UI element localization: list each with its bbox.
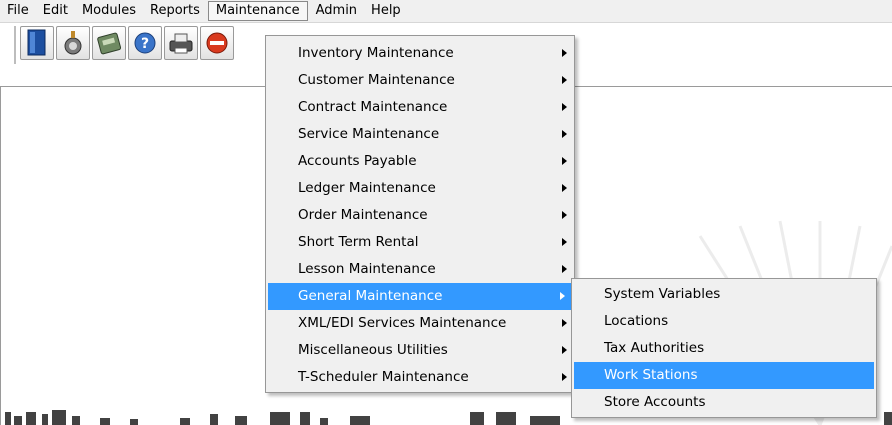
- menu-item-tax-authorities[interactable]: Tax Authorities: [572, 335, 876, 362]
- maintenance-menu: Inventory Maintenance Customer Maintenan…: [265, 35, 575, 393]
- menu-item-label: Miscellaneous Utilities: [298, 342, 448, 358]
- wizard-icon: [64, 31, 82, 55]
- wizard-button[interactable]: [56, 26, 90, 60]
- toolbar-button-group: ?: [14, 26, 236, 64]
- submenu-arrow-icon: [562, 319, 567, 327]
- submenu-arrow-icon: [562, 157, 567, 165]
- submenu-arrow-icon: [562, 346, 567, 354]
- menu-item-label: Accounts Payable: [298, 153, 417, 169]
- menu-item-label: Contract Maintenance: [298, 99, 448, 115]
- menu-item-label: Customer Maintenance: [298, 72, 455, 88]
- menu-item-miscellaneous-utilities[interactable]: Miscellaneous Utilities: [266, 337, 574, 364]
- menu-item-label: Tax Authorities: [604, 340, 705, 356]
- menu-item-contract-maintenance[interactable]: Contract Maintenance: [266, 94, 574, 121]
- new-document-button[interactable]: [20, 26, 54, 60]
- menu-item-label: XML/EDI Services Maintenance: [298, 315, 507, 331]
- menu-item-inventory-maintenance[interactable]: Inventory Maintenance: [266, 40, 574, 67]
- svg-text:?: ?: [141, 36, 149, 52]
- submenu-arrow-icon: [562, 76, 567, 84]
- menu-item-ledger-maintenance[interactable]: Ledger Maintenance: [266, 175, 574, 202]
- help-button[interactable]: ?: [128, 26, 162, 60]
- menu-item-order-maintenance[interactable]: Order Maintenance: [266, 202, 574, 229]
- menu-modules[interactable]: Modules: [75, 1, 143, 21]
- menu-item-accounts-payable[interactable]: Accounts Payable: [266, 148, 574, 175]
- submenu-arrow-icon: [562, 211, 567, 219]
- menu-edit[interactable]: Edit: [36, 1, 75, 21]
- submenu-arrow-icon: [562, 184, 567, 192]
- menu-item-label: Store Accounts: [604, 394, 706, 410]
- menu-item-label: T-Scheduler Maintenance: [298, 369, 469, 385]
- menu-item-system-variables[interactable]: System Variables: [572, 281, 876, 308]
- menu-item-label: Ledger Maintenance: [298, 180, 436, 196]
- submenu-arrow-icon: [562, 103, 567, 111]
- menu-item-service-maintenance[interactable]: Service Maintenance: [266, 121, 574, 148]
- printer-icon: [169, 33, 193, 54]
- menu-item-label: General Maintenance: [298, 288, 443, 304]
- menu-item-label: Inventory Maintenance: [298, 45, 454, 61]
- menu-item-label: Work Stations: [604, 367, 698, 383]
- menu-reports[interactable]: Reports: [143, 1, 207, 21]
- stop-button[interactable]: [200, 26, 234, 60]
- print-button[interactable]: [164, 26, 198, 60]
- register-icon: [97, 32, 122, 55]
- submenu-arrow-icon: [562, 49, 567, 57]
- menu-item-customer-maintenance[interactable]: Customer Maintenance: [266, 67, 574, 94]
- menu-item-t-scheduler-maintenance[interactable]: T-Scheduler Maintenance: [266, 364, 574, 391]
- menu-admin[interactable]: Admin: [309, 1, 364, 21]
- menu-item-general-maintenance[interactable]: General Maintenance: [268, 283, 572, 310]
- submenu-arrow-icon: [560, 292, 565, 300]
- menu-item-label: Short Term Rental: [298, 234, 419, 250]
- submenu-arrow-icon: [562, 265, 567, 273]
- register-button[interactable]: [92, 26, 126, 60]
- menu-item-work-stations[interactable]: Work Stations: [574, 362, 874, 389]
- menu-help[interactable]: Help: [364, 1, 408, 21]
- menu-maintenance[interactable]: Maintenance: [207, 1, 308, 21]
- menu-item-label: Locations: [604, 313, 669, 329]
- menu-item-lesson-maintenance[interactable]: Lesson Maintenance: [266, 256, 574, 283]
- menu-bar: File Edit Modules Reports Maintenance Ad…: [0, 0, 892, 23]
- menu-item-store-accounts[interactable]: Store Accounts: [572, 389, 876, 416]
- document-icon: [27, 29, 46, 56]
- stop-icon: [206, 32, 228, 54]
- help-icon: ?: [134, 32, 156, 54]
- submenu-arrow-icon: [562, 130, 567, 138]
- menu-item-label: Order Maintenance: [298, 207, 428, 223]
- menu-item-xml-edi-services-maintenance[interactable]: XML/EDI Services Maintenance: [266, 310, 574, 337]
- menu-item-label: Lesson Maintenance: [298, 261, 436, 277]
- submenu-arrow-icon: [562, 373, 567, 381]
- general-maintenance-submenu: System Variables Locations Tax Authoriti…: [571, 278, 877, 418]
- submenu-arrow-icon: [562, 238, 567, 246]
- menu-item-locations[interactable]: Locations: [572, 308, 876, 335]
- menu-item-short-term-rental[interactable]: Short Term Rental: [266, 229, 574, 256]
- menu-item-label: Service Maintenance: [298, 126, 440, 142]
- menu-file[interactable]: File: [0, 1, 36, 21]
- menu-item-label: System Variables: [604, 286, 721, 302]
